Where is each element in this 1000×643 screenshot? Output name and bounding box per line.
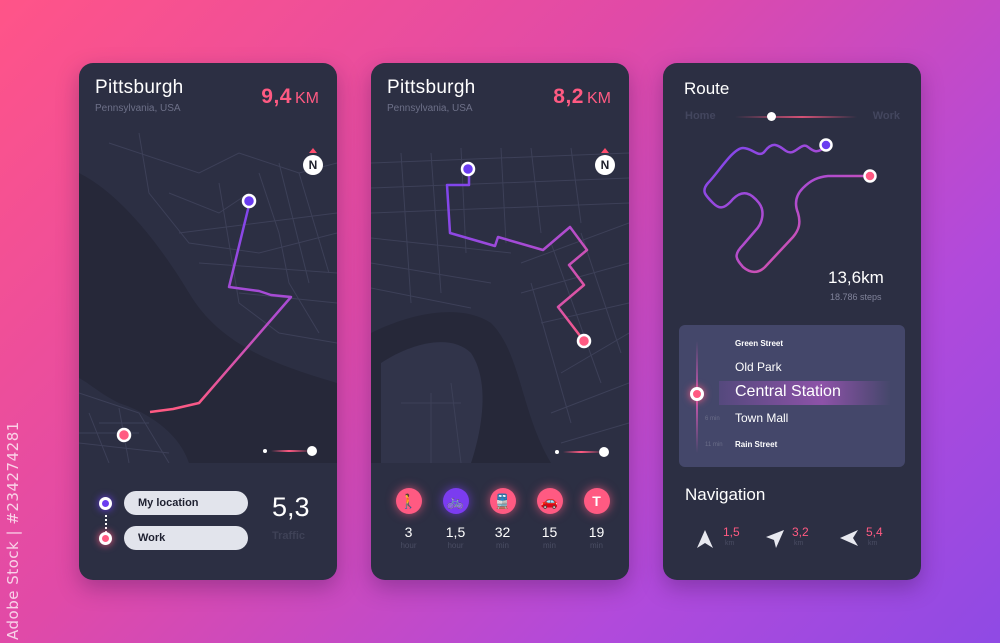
destination-dot-icon <box>99 532 112 545</box>
transport-modes: 🚶 3 hour 🚲 1,5 hour 🚆 32 min 🚗 15 min T … <box>395 488 610 550</box>
to-label: Work <box>872 110 900 122</box>
mode-duration: 1,5 <box>445 524 466 540</box>
map-screen-2: Pittsburgh Pennsylvania, USA 8,2 KM N 🚶 … <box>371 63 629 580</box>
arrow-right-icon <box>766 530 784 548</box>
progress-handle[interactable] <box>767 112 776 121</box>
region-subtitle: Pennsylvania, USA <box>387 103 473 114</box>
traffic-value: 5,3 <box>272 492 310 522</box>
distance-unit: KM <box>587 90 611 107</box>
route-end-marker <box>576 333 592 349</box>
city-title: Pittsburgh <box>95 77 184 98</box>
nav-distance: 1,5 <box>723 525 740 539</box>
route-diagram <box>703 138 877 274</box>
stop-item-current[interactable]: Central Station <box>735 383 841 401</box>
distance-readout: 9,4 KM <box>261 85 319 109</box>
zoom-slider[interactable] <box>263 446 317 456</box>
mode-taxi[interactable]: T 19 min <box>583 488 610 550</box>
region-subtitle: Pennsylvania, USA <box>95 103 181 114</box>
taxi-icon[interactable]: T <box>583 488 610 514</box>
distance-unit: KM <box>295 90 319 107</box>
water-area <box>79 173 337 463</box>
stop-eta: 11 min <box>705 442 723 448</box>
mode-walk[interactable]: 🚶 3 hour <box>395 488 422 550</box>
nav-distance: 3,2 <box>792 525 809 539</box>
route-start-marker <box>460 161 476 177</box>
mode-unit: hour <box>447 541 464 550</box>
zoom-handle[interactable] <box>307 446 317 456</box>
mode-duration: 3 <box>404 524 413 540</box>
mode-duration: 32 <box>494 524 511 540</box>
zoom-handle[interactable] <box>599 447 609 457</box>
step-count: 18.786 steps <box>830 292 882 302</box>
traffic-label: Traffic <box>272 530 306 542</box>
mode-car[interactable]: 🚗 15 min <box>536 488 563 550</box>
current-position-marker <box>690 387 704 401</box>
mode-unit: min <box>496 541 509 550</box>
route-end-marker <box>116 427 132 443</box>
zoom-track <box>563 451 599 453</box>
route-end-marker <box>863 169 877 183</box>
nav-unit: km <box>868 540 878 547</box>
distance-value: 8,2 <box>553 85 584 108</box>
mode-unit: min <box>590 541 603 550</box>
nav-unit: km <box>794 540 804 547</box>
progress-track <box>735 116 857 118</box>
zoom-track <box>271 450 307 452</box>
mode-bike[interactable]: 🚲 1,5 hour <box>442 488 469 550</box>
stop-item[interactable]: Old Park <box>735 360 782 374</box>
mode-unit: hour <box>400 541 417 550</box>
nav-distance: 5,4 <box>866 525 883 539</box>
map-view[interactable] <box>79 133 337 463</box>
stop-eta: 6 min <box>705 416 720 422</box>
city-title: Pittsburgh <box>387 77 476 98</box>
map-screen-1: Pittsburgh Pennsylvania, USA 9,4 KM N My… <box>79 63 337 580</box>
mode-duration: 15 <box>541 524 558 540</box>
distance-readout: 8,2 KM <box>553 85 611 109</box>
mode-tram[interactable]: 🚆 32 min <box>489 488 516 550</box>
total-distance: 13,6km <box>828 268 884 287</box>
nav-unit: km <box>725 540 735 547</box>
stops-list: Green Street Old Park Central Station To… <box>679 325 905 467</box>
mode-duration: 19 <box>588 524 605 540</box>
map-view[interactable] <box>371 133 629 463</box>
route-line <box>703 143 869 274</box>
stop-item[interactable]: Town Mall <box>735 411 788 425</box>
bike-icon[interactable]: 🚲 <box>442 488 469 514</box>
zoom-slider[interactable] <box>555 447 609 457</box>
origin-field[interactable]: My location <box>124 491 248 515</box>
route-start-marker <box>241 193 257 209</box>
compass-north-icon[interactable]: N <box>303 148 323 175</box>
route-start-marker <box>819 138 833 152</box>
walk-icon[interactable]: 🚶 <box>395 488 422 514</box>
stop-item[interactable]: Rain Street <box>735 440 777 449</box>
car-icon[interactable]: 🚗 <box>536 488 563 514</box>
route-title: Route <box>684 79 730 98</box>
origin-dot-icon <box>99 497 112 510</box>
destination-field[interactable]: Work <box>124 526 248 550</box>
route-screen: Route Home Work 13,6km 18.786 steps Gree… <box>663 63 921 580</box>
stock-id-watermark: Adobe Stock | #234274281 <box>4 421 22 640</box>
stop-item[interactable]: Green Street <box>735 339 783 348</box>
tram-icon[interactable]: 🚆 <box>489 488 516 514</box>
mode-unit: min <box>543 541 556 550</box>
compass-north-icon[interactable]: N <box>595 148 615 175</box>
navigation-title: Navigation <box>685 485 766 504</box>
zoom-min-dot <box>555 450 559 454</box>
from-label: Home <box>685 110 716 122</box>
arrow-straight-icon <box>697 530 713 548</box>
zoom-min-dot <box>263 449 267 453</box>
arrow-left-icon <box>840 530 858 546</box>
distance-value: 9,4 <box>261 85 292 108</box>
